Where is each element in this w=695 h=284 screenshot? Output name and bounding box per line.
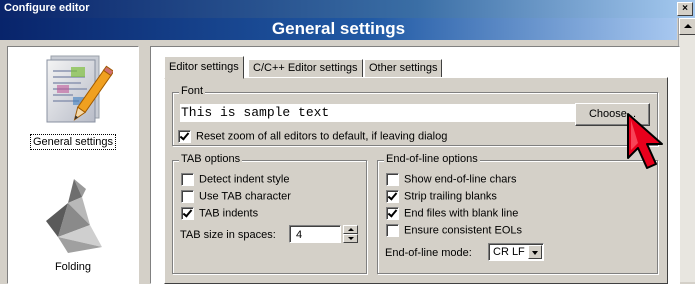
window-title: Configure editor [4,2,90,14]
use-tab-character-checkbox[interactable]: Use TAB character [181,190,291,203]
end-files-blank-line-checkbox[interactable]: End files with blank line [386,207,518,220]
checkbox-box[interactable] [386,173,399,186]
checkbox-label: TAB indents [199,207,259,220]
tab-size-increment-button[interactable] [343,225,358,234]
vertical-scrollbar[interactable] [678,18,695,282]
tab-editor-settings[interactable]: Editor settings [164,56,244,79]
checkbox-label: Show end-of-line chars [404,173,517,186]
category-list: General settings Folding [7,46,139,284]
tab-options-title: TAB options [179,153,243,165]
document-pencil-icon [46,55,115,123]
tab-indents-checkbox[interactable]: TAB indents [181,207,258,220]
strip-trailing-blanks-checkbox[interactable]: Strip trailing blanks [386,190,497,203]
chevron-down-icon[interactable] [528,245,542,259]
tab-size-decrement-button[interactable] [343,234,358,243]
sidebar-item-label: Folding [54,261,92,273]
checkbox-label: Ensure consistent EOLs [404,224,523,237]
tab-size-label: TAB size in spaces: [180,229,276,241]
checkbox-label: Detect indent style [199,173,290,186]
checkbox-box[interactable] [181,207,194,220]
tab-cpp-editor-settings[interactable]: C/C++ Editor settings [248,59,363,78]
checkbox-label: End files with blank line [404,207,519,220]
eol-options-title: End-of-line options [384,153,480,165]
checkbox-box[interactable] [181,173,194,186]
eol-mode-value: CR LF [493,246,525,258]
pointer-cursor-icon [627,113,663,169]
origami-bird-icon [46,179,102,253]
title-bar: Configure editor × [0,0,695,18]
close-button[interactable]: × [677,2,693,16]
checkbox-label: Strip trailing blanks [404,190,497,203]
page-title: General settings [0,18,677,40]
checkbox-label: Use TAB character [199,190,291,203]
ensure-consistent-eols-checkbox[interactable]: Ensure consistent EOLs [386,224,522,237]
checkbox-label: Reset zoom of all editors to default, if… [196,130,448,143]
checkbox-box[interactable] [386,190,399,203]
show-eol-chars-checkbox[interactable]: Show end-of-line chars [386,173,517,186]
reset-zoom-checkbox[interactable]: Reset zoom of all editors to default, if… [178,130,447,143]
font-group-title: Font [179,85,206,97]
sidebar-item-general-settings[interactable]: General settings [8,53,138,150]
font-sample-text: This is sample text [180,104,576,122]
eol-mode-select[interactable]: CR LF [488,243,544,261]
eol-mode-label: End-of-line mode: [385,247,472,259]
checkbox-box[interactable] [386,224,399,237]
tab-size-input[interactable]: 4 [289,225,341,243]
scroll-up-button[interactable] [679,18,695,35]
checkbox-box[interactable] [181,190,194,203]
checkbox-box[interactable] [386,207,399,220]
checkbox-box[interactable] [178,130,191,143]
tab-other-settings[interactable]: Other settings [364,59,443,78]
detect-indent-style-checkbox[interactable]: Detect indent style [181,173,290,186]
sidebar-item-folding[interactable]: Folding [8,175,138,274]
sidebar-item-label: General settings [29,134,117,150]
